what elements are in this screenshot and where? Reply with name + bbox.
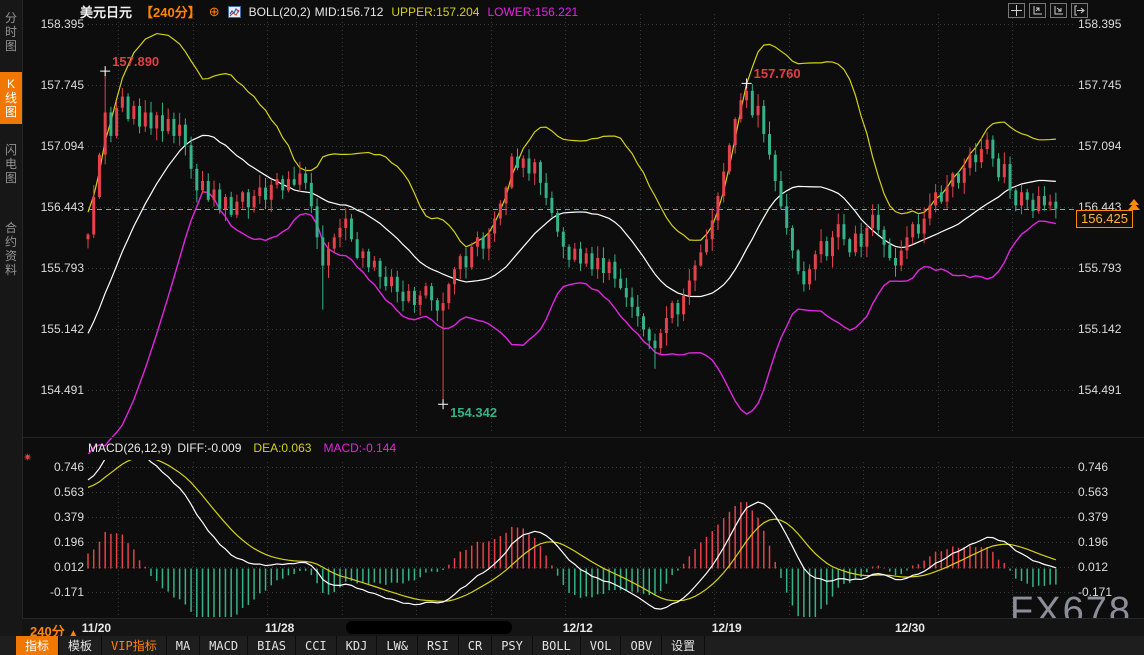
axis-label: 155.793 [1078,261,1121,275]
date-label: 11/28 [265,621,294,635]
fx-chart-app: { "header": { "symbol": "美元日元", "period"… [0,0,1144,655]
zoom-axes-right-icon[interactable] [1050,3,1067,18]
macd-name: MACD(26,12,9) [88,441,171,455]
axis-label: 157.745 [1078,78,1121,92]
axis-label: 0.196 [26,535,84,549]
axis-label: 155.142 [26,322,84,336]
date-label: 11/20 [82,621,111,635]
axis-label: 0.746 [26,460,84,474]
axis-label: -0.171 [26,585,84,599]
axis-label: 0.563 [1078,485,1108,499]
toolbar-tab[interactable]: LW& [377,636,418,655]
toolbar-tab[interactable]: CR [459,636,492,655]
boll-label: BOLL(20,2) [249,5,311,19]
chart-type-sidebar: 分时图 K线图闪电图合约资料 [0,0,23,636]
axis-label: 0.196 [1078,535,1108,549]
last-price-tag: 156.425 [1076,210,1133,228]
axis-label: 0.563 [26,485,84,499]
sidebar-tab-4[interactable]: 合约资料 [0,216,22,282]
toolbar-tab[interactable]: VOL [581,636,622,655]
macd-header: MACD(26,12,9) DIFF:-0.009 DEA:0.063 MACD… [88,441,396,455]
sidebar-tab-3[interactable]: 闪电图 [0,138,22,190]
axis-label: 0.012 [26,560,84,574]
pan-right-icon[interactable] [1071,3,1088,18]
toolbar-tab[interactable]: 指标 [16,636,59,655]
macd-dea-value: DEA:0.063 [253,441,311,455]
zoom-axes-left-icon[interactable] [1029,3,1046,18]
axis-label: -0.171 [1078,585,1112,599]
toolbar-tab[interactable]: OBV [621,636,662,655]
macd-diff-value: DIFF:-0.009 [177,441,241,455]
boll-mid-value: MID:156.712 [315,5,384,19]
horizontal-scrollbar-thumb[interactable] [346,621,512,634]
axis-label: 154.491 [26,383,84,397]
chart-toolbar-icons [1008,3,1088,18]
period-label: 【240分】 [140,2,201,21]
date-label: 12/30 [895,621,925,635]
toolbar-tab[interactable]: BIAS [248,636,296,655]
macd-macd-value: MACD:-0.144 [323,441,396,455]
crosshair-tool-icon[interactable] [1008,3,1025,18]
symbol-title: 美元日元 [80,2,132,21]
axis-label: 0.379 [1078,510,1108,524]
axis-label: 157.094 [1078,139,1121,153]
toolbar-tab[interactable]: VIP指标 [102,636,167,655]
candlestick-chart-canvas[interactable] [0,0,1144,655]
chart-header: 美元日元 【240分】 ⊕ BOLL(20,2) MID:156.712 UPP… [80,2,578,21]
high-annotation: 157.760 [754,66,801,81]
indicator-alert-icon[interactable]: ✷ [23,451,32,464]
boll-upper-value: UPPER:157.204 [391,5,479,19]
indicator-toolbar: 指标模板VIP指标MAMACDBIASCCIKDJLW&RSICRPSYBOLL… [0,636,1144,655]
date-label: 12/19 [712,621,742,635]
toolbar-tab[interactable]: RSI [418,636,459,655]
indicator-chart-icon[interactable] [228,6,241,18]
axis-label: 155.142 [1078,322,1121,336]
toolbar-tab[interactable]: 模板 [59,636,102,655]
axis-label: 156.443 [26,200,84,214]
axis-label: 155.793 [26,261,84,275]
axis-label: 158.395 [1078,17,1121,31]
axis-label: 157.094 [26,139,84,153]
date-label: 12/12 [563,621,593,635]
high-annotation: 157.890 [112,54,159,69]
toolbar-tab[interactable]: CCI [296,636,337,655]
axis-label: 0.379 [26,510,84,524]
axis-label: 158.395 [26,17,84,31]
time-axis-row: 240分 ▲ 11/2011/2812/1212/1912/30 [22,618,1144,637]
toolbar-tab[interactable]: KDJ [337,636,378,655]
sidebar-tab-2[interactable]: K线图 [0,72,22,124]
toolbar-tab[interactable]: MACD [200,636,248,655]
axis-label: 154.491 [1078,383,1121,397]
toolbar-tab[interactable]: MA [167,636,200,655]
sidebar-tab-1[interactable]: 分时图 [0,6,22,58]
collapse-indicator-icon[interactable]: ⊕ [209,6,220,18]
toolbar-tab[interactable]: PSY [492,636,533,655]
axis-label: 157.745 [26,78,84,92]
axis-label: 0.746 [1078,460,1108,474]
axis-label: 0.012 [1078,560,1108,574]
toolbar-tab[interactable]: BOLL [533,636,581,655]
boll-lower-value: LOWER:156.221 [487,5,578,19]
toolbar-tab[interactable]: 设置 [662,636,705,655]
low-annotation: 154.342 [450,405,497,420]
